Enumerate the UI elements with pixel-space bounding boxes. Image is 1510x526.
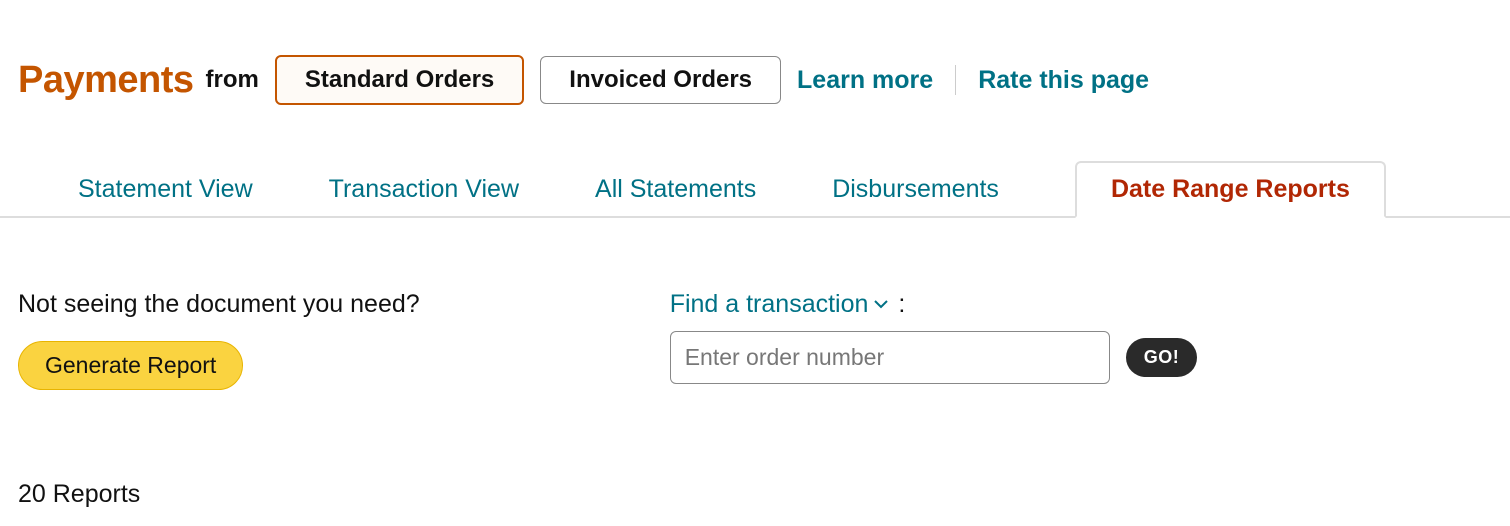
learn-more-link[interactable]: Learn more: [797, 66, 933, 95]
find-transaction-label: Find a transaction: [670, 290, 869, 319]
from-label: from: [206, 66, 259, 94]
missing-doc-prompt: Not seeing the document you need?: [18, 290, 420, 319]
content-area: Not seeing the document you need? Genera…: [0, 218, 1510, 390]
tab-transaction-view[interactable]: Transaction View: [329, 163, 519, 216]
generate-report-button[interactable]: Generate Report: [18, 341, 243, 390]
order-number-input[interactable]: [670, 331, 1110, 384]
page-header: Payments from Standard Orders Invoiced O…: [0, 55, 1510, 105]
find-transaction-section: Find a transaction : GO!: [670, 290, 1198, 390]
tabs-nav: Statement View Transaction View All Stat…: [0, 160, 1510, 218]
go-button[interactable]: GO!: [1126, 338, 1198, 377]
chevron-down-icon: [874, 296, 888, 314]
colon-label: :: [898, 290, 905, 319]
divider: [955, 65, 956, 95]
reports-count-label: 20 Reports: [0, 390, 1510, 509]
standard-orders-button[interactable]: Standard Orders: [275, 55, 524, 105]
tab-all-statements[interactable]: All Statements: [595, 163, 756, 216]
tab-disbursements[interactable]: Disbursements: [832, 163, 999, 216]
search-row: GO!: [670, 331, 1198, 384]
find-transaction-dropdown[interactable]: Find a transaction :: [670, 290, 1198, 319]
rate-page-link[interactable]: Rate this page: [978, 66, 1149, 95]
invoiced-orders-button[interactable]: Invoiced Orders: [540, 56, 781, 104]
generate-section: Not seeing the document you need? Genera…: [18, 290, 420, 390]
tab-date-range-reports[interactable]: Date Range Reports: [1075, 161, 1386, 218]
page-title: Payments: [18, 59, 194, 102]
tab-statement-view[interactable]: Statement View: [78, 163, 253, 216]
